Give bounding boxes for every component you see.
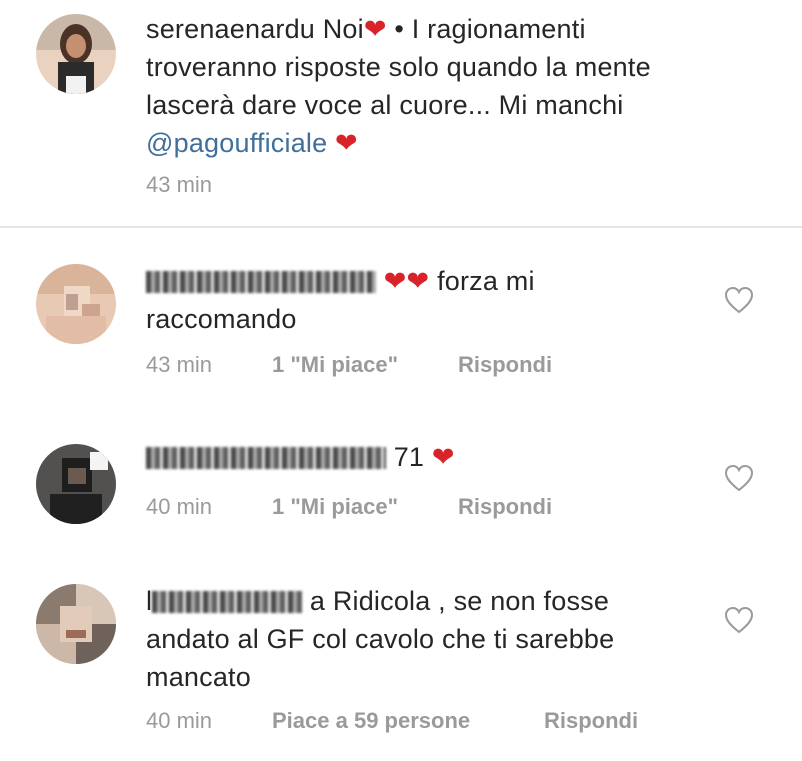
comment-line1: forza mi xyxy=(437,266,535,296)
comment-line2: raccomando xyxy=(146,304,297,334)
reply-button[interactable]: Rispondi xyxy=(544,708,638,734)
post-username[interactable]: serenaenardu xyxy=(146,14,315,44)
heart-emoji-icon: ❤ xyxy=(335,128,358,158)
username-redacted[interactable] xyxy=(152,591,303,613)
heart-emoji-icon: ❤❤ xyxy=(383,266,430,296)
mention-link[interactable]: @pagoufficiale xyxy=(146,128,327,158)
comment-avatar[interactable] xyxy=(36,264,116,344)
username-redacted[interactable] xyxy=(146,271,376,293)
username-suffix[interactable]: 71 xyxy=(394,442,424,472)
like-count[interactable]: Piace a 59 persone xyxy=(272,708,470,734)
like-count[interactable]: 1 "Mi piace" xyxy=(272,352,398,378)
post-text-line3: lascerà dare voce al cuore... Mi manchi xyxy=(146,90,624,120)
post-timestamp: 43 min xyxy=(146,172,213,197)
heart-outline-icon[interactable] xyxy=(724,464,754,492)
post-caption: serenaenardu Noi❤ • I ragionamenti trove… xyxy=(0,0,802,226)
post-text: serenaenardu Noi❤ • I ragionamenti trove… xyxy=(146,10,786,162)
divider xyxy=(0,226,802,228)
comments-screen: serenaenardu Noi❤ • I ragionamenti trove… xyxy=(0,0,802,761)
post-text-line2: troveranno risposte solo quando la mente xyxy=(146,52,651,82)
reply-button[interactable]: Rispondi xyxy=(458,494,552,520)
reply-button[interactable]: Rispondi xyxy=(458,352,552,378)
comment-text: l a Ridicola , se non fosse andato al GF… xyxy=(146,582,726,696)
comment-timestamp: 43 min xyxy=(146,352,213,377)
post-author-avatar[interactable] xyxy=(36,14,116,94)
heart-emoji-icon: ❤ xyxy=(363,14,387,44)
comment-avatar[interactable] xyxy=(36,444,116,524)
heart-outline-icon[interactable] xyxy=(724,606,754,634)
comment-line3: mancato xyxy=(146,662,251,692)
comment-line1: a Ridicola , se non fosse xyxy=(309,586,610,616)
post-text-rest: • I ragionamenti xyxy=(394,14,586,44)
comment-line2: andato al GF col cavolo che ti sarebbe xyxy=(146,624,615,654)
heart-outline-icon[interactable] xyxy=(724,286,754,314)
username-redacted[interactable] xyxy=(146,447,386,469)
comment-timestamp: 40 min xyxy=(146,494,213,519)
post-text-start: Noi xyxy=(322,14,364,44)
heart-emoji-icon: ❤ xyxy=(431,442,455,472)
comment-text: ❤❤ forza mi raccomando xyxy=(146,262,706,338)
comment-timestamp: 40 min xyxy=(146,708,213,733)
comment-text: 71 ❤ xyxy=(146,438,706,476)
comment-avatar[interactable] xyxy=(36,584,116,664)
like-count[interactable]: 1 "Mi piace" xyxy=(272,494,398,520)
